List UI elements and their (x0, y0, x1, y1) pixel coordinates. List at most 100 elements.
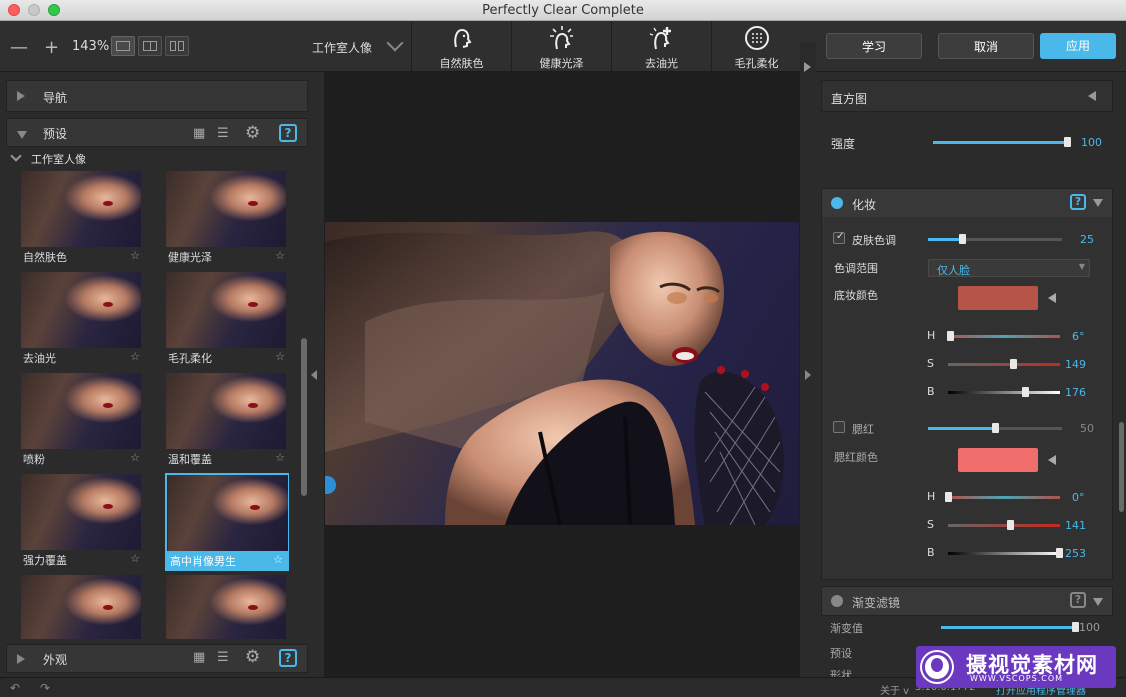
blush-color-swatch[interactable] (958, 448, 1038, 472)
favorite-star-icon[interactable]: ☆ (275, 350, 285, 363)
tool-label: 去油光 (645, 57, 678, 70)
slider-knob[interactable] (1022, 387, 1030, 397)
learn-button[interactable]: 学习 (826, 33, 922, 59)
appearance-section-header[interactable]: 外观 ▦ ☰ ⚙ ? (6, 644, 308, 673)
slider-knob[interactable] (1009, 359, 1017, 369)
list-view-icon[interactable]: ☰ (217, 126, 235, 142)
preset-thumbnail[interactable]: 温和覆盖 ☆ (165, 373, 289, 471)
tool-shine-removal[interactable]: 去油光 (611, 21, 711, 72)
blush-hue-slider[interactable] (948, 496, 1060, 499)
blush-brightness-slider[interactable] (948, 552, 1060, 555)
apply-button[interactable]: 应用 (1040, 33, 1116, 59)
tool-natural-skin[interactable]: 自然肤色 (411, 21, 511, 72)
blush-saturation-slider[interactable] (948, 524, 1060, 527)
favorite-star-icon[interactable]: ☆ (130, 451, 140, 464)
slider-knob[interactable] (1006, 520, 1014, 530)
gradient-filter-section-header[interactable]: 渐变滤镜 ? (821, 586, 1113, 616)
blush-b-value: 253 (1065, 547, 1086, 560)
collapse-color-icon[interactable] (1048, 455, 1056, 465)
slider-knob[interactable] (1064, 137, 1071, 147)
preset-name: 温和覆盖 (168, 453, 212, 466)
gear-icon[interactable]: ⚙ (245, 123, 263, 143)
zoom-in-button[interactable]: + (44, 37, 59, 58)
collapse-icon[interactable] (1093, 598, 1103, 606)
thumbnail-image (166, 575, 286, 639)
chevron-down-icon: ▼ (1078, 262, 1085, 271)
navigator-label: 导航 (43, 91, 68, 105)
gear-icon[interactable]: ⚙ (245, 647, 263, 667)
preset-thumbnail[interactable]: 强力覆盖 ☆ (20, 474, 144, 572)
help-icon[interactable]: ? (1070, 194, 1086, 210)
help-icon[interactable]: ? (279, 124, 297, 142)
preset-thumbnail[interactable]: 喷粉 ☆ (20, 373, 144, 471)
right-panel-scrollbar[interactable] (1119, 422, 1124, 512)
slider-knob[interactable] (947, 331, 955, 341)
slider-knob[interactable] (958, 234, 966, 244)
portrait-photo[interactable] (325, 222, 799, 525)
collapse-icon[interactable] (1093, 199, 1103, 207)
favorite-star-icon[interactable]: ☆ (130, 350, 140, 363)
skin-tone-checkbox[interactable]: ✓ (833, 231, 845, 244)
blush-checkbox[interactable] (833, 421, 845, 433)
navigator-section-header[interactable]: 导航 (6, 80, 308, 112)
foundation-hue-slider[interactable] (948, 335, 1060, 338)
collapse-left-panel-icon[interactable] (311, 370, 317, 380)
thumbnail-image (21, 575, 141, 639)
preset-selector[interactable]: 工作室人像 (312, 39, 372, 56)
thumbnail-image (21, 373, 141, 449)
help-icon[interactable]: ? (1070, 592, 1086, 608)
favorite-star-icon[interactable]: ☆ (273, 553, 283, 566)
single-view-button[interactable] (111, 36, 135, 56)
strength-row: 强度 100 (821, 120, 1113, 164)
collapse-icon (17, 131, 27, 139)
histogram-section-header[interactable]: 直方图 (821, 80, 1113, 112)
preset-thumbnail[interactable] (20, 575, 144, 639)
makeup-section-header[interactable]: 化妆 ? (822, 189, 1112, 217)
foundation-saturation-slider[interactable] (948, 363, 1060, 366)
collapse-right-panel-icon[interactable] (805, 370, 811, 380)
undo-icon[interactable]: ↶ (10, 681, 20, 695)
tool-pore-soften[interactable]: 毛孔柔化 (711, 21, 801, 72)
tone-range-select[interactable]: 仅人脸 ▼ (928, 259, 1090, 277)
section-enabled-icon[interactable] (831, 197, 843, 209)
redo-icon[interactable]: ↷ (40, 681, 50, 695)
slider-fill (941, 626, 1075, 629)
grid-view-icon[interactable]: ▦ (193, 126, 211, 142)
slider-knob[interactable] (1072, 622, 1079, 632)
zoom-out-button[interactable]: — (10, 37, 28, 58)
preset-thumbnail[interactable]: 健康光泽 ☆ (165, 171, 289, 269)
section-disabled-icon[interactable] (831, 595, 843, 607)
presets-section-header[interactable]: 预设 ▦ ☰ ⚙ ? (6, 118, 308, 147)
presets-scrollbar[interactable] (301, 338, 307, 496)
preset-thumbnail[interactable]: 毛孔柔化 ☆ (165, 272, 289, 370)
preset-thumbnail[interactable] (165, 575, 289, 639)
grid-view-icon[interactable]: ▦ (193, 650, 211, 666)
window-title: Perfectly Clear Complete (482, 3, 644, 18)
split-view-button[interactable] (138, 36, 162, 56)
about-label[interactable]: 关于 v (880, 682, 909, 697)
list-view-icon[interactable]: ☰ (217, 650, 235, 666)
foundation-brightness-slider[interactable] (948, 391, 1060, 394)
slider-knob[interactable] (992, 423, 999, 433)
preset-thumbnail[interactable]: 去油光 ☆ (20, 272, 144, 370)
chevron-down-icon[interactable] (386, 34, 404, 52)
blush-s-value: 141 (1065, 519, 1086, 532)
collapse-color-icon[interactable] (1048, 293, 1056, 303)
favorite-star-icon[interactable]: ☆ (130, 552, 140, 565)
cancel-button[interactable]: 取消 (938, 33, 1034, 59)
foundation-color-swatch[interactable] (958, 286, 1038, 310)
blush-label: 腮红 (852, 423, 874, 436)
preset-thumbnail-selected[interactable]: 高中肖像男生 ☆ (165, 473, 289, 571)
preset-thumbnail[interactable]: 自然肤色 ☆ (20, 171, 144, 269)
slider-knob[interactable] (945, 492, 952, 502)
side-by-side-view-button[interactable] (165, 36, 189, 56)
slider-knob[interactable] (1055, 548, 1063, 558)
favorite-star-icon[interactable]: ☆ (275, 249, 285, 262)
favorite-star-icon[interactable]: ☆ (130, 249, 140, 262)
tool-healthy-glow[interactable]: 健康光泽 (511, 21, 611, 72)
blush-s-label: S (927, 518, 934, 531)
help-icon[interactable]: ? (279, 649, 297, 667)
blush-b-label: B (927, 546, 935, 559)
toolbar-scroll-right[interactable] (800, 42, 816, 93)
favorite-star-icon[interactable]: ☆ (275, 451, 285, 464)
